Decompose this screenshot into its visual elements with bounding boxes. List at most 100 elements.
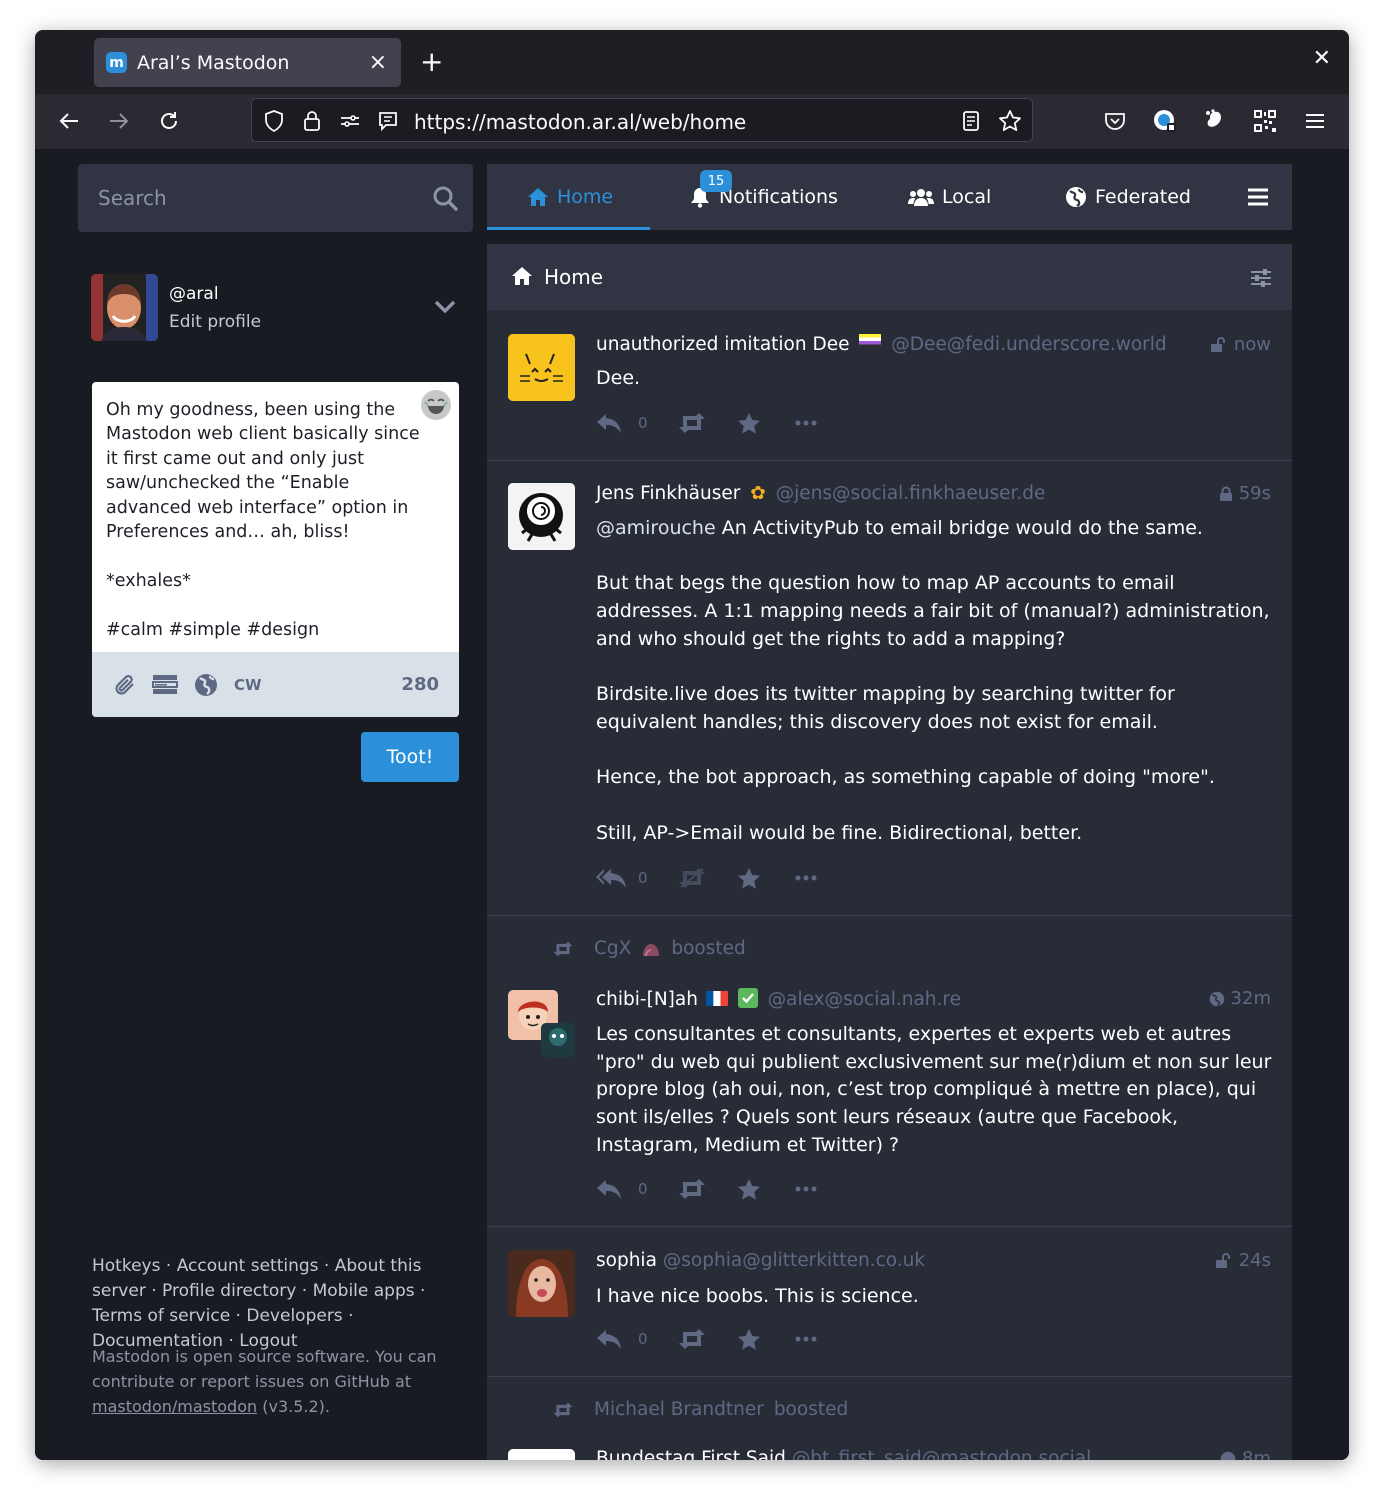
globe-icon[interactable] — [193, 672, 219, 698]
profile-handle[interactable]: @aral — [169, 284, 219, 304]
footer-link[interactable]: Terms of service — [92, 1306, 230, 1326]
more-options-button[interactable] — [777, 1186, 834, 1192]
bookmark-star-icon[interactable] — [998, 109, 1022, 133]
booster-name[interactable]: Michael Brandtner — [594, 1399, 764, 1420]
search-icon[interactable] — [432, 185, 458, 215]
display-name[interactable]: Jens Finkhäuser — [596, 483, 740, 504]
account-handle[interactable]: @Dee@fedi.underscore.world — [891, 334, 1166, 355]
status-item[interactable]: sophia @sophia@glitterkitten.co.uk 24s I… — [487, 1227, 1292, 1377]
footer-links: Hotkeys · Account settings · About this … — [92, 1256, 426, 1351]
status-avatar[interactable] — [508, 1250, 575, 1317]
status-item[interactable]: unauthorized imitation Dee @Dee@fedi.und… — [487, 310, 1292, 461]
reply-button[interactable]: 0 — [596, 1178, 653, 1200]
account-extension-icon[interactable] — [1150, 106, 1180, 136]
footer-link[interactable]: Developers — [246, 1306, 342, 1326]
mastodon-page: Search @aral Edit profile Oh my goodness… — [35, 149, 1349, 1460]
search-input[interactable]: Search — [98, 186, 167, 210]
window-close-icon[interactable]: ✕ — [1313, 46, 1331, 71]
compose-form: Oh my goodness, been using the Mastodon … — [92, 382, 459, 717]
status-avatar[interactable] — [508, 1449, 575, 1460]
more-options-button[interactable] — [777, 875, 834, 881]
status-item[interactable]: CgX boosted chibi-[N]ah @alex@social.nah… — [487, 916, 1292, 1227]
display-name[interactable]: sophia — [596, 1250, 657, 1271]
reply-all-button[interactable]: 0 — [596, 867, 653, 889]
boost-button[interactable] — [663, 1178, 720, 1200]
notification-permission-icon[interactable] — [376, 109, 400, 133]
footer-link[interactable]: Account settings — [177, 1256, 319, 1276]
account-handle[interactable]: @jens@social.finkhaeuser.de — [776, 483, 1046, 504]
more-options-button[interactable] — [777, 420, 834, 426]
compose-textarea[interactable]: Oh my goodness, been using the Mastodon … — [106, 398, 426, 642]
github-repo-link[interactable]: mastodon/mastodon — [92, 1397, 257, 1416]
url-bar[interactable]: https://mastodon.ar.al/web/home — [251, 98, 1033, 142]
timestamp: 8m — [1242, 1448, 1271, 1460]
status-item[interactable]: Jens Finkhäuser ✿ @jens@social.finkhaeus… — [487, 461, 1292, 916]
new-tab-icon[interactable]: + — [420, 46, 443, 78]
tab-title: Aral’s Mastodon — [137, 51, 290, 74]
display-name[interactable]: Bundestag First Said — [596, 1448, 786, 1460]
status-text: An ActivityPub to email bridge would do … — [596, 517, 1270, 844]
status-avatar[interactable] — [508, 334, 575, 401]
emoji-picker-icon[interactable] — [421, 390, 451, 420]
display-name[interactable]: unauthorized imitation Dee — [596, 334, 850, 355]
status-time[interactable]: 59s — [1219, 483, 1271, 504]
footer-link[interactable]: Mobile apps — [313, 1281, 415, 1301]
qr-code-icon[interactable] — [1250, 106, 1280, 136]
account-handle[interactable]: @bt_first_said@mastodon.social — [792, 1448, 1092, 1460]
status-time[interactable]: now — [1210, 334, 1271, 355]
lock-icon[interactable] — [300, 109, 324, 133]
pocket-icon[interactable] — [1100, 106, 1130, 136]
content-warning-button[interactable]: CW — [234, 676, 262, 694]
account-handle[interactable]: @alex@social.nah.re — [768, 989, 961, 1010]
mention-link[interactable]: @amirouche — [596, 517, 716, 539]
timestamp: now — [1233, 334, 1271, 355]
footer-link[interactable]: Hotkeys — [92, 1256, 160, 1276]
search-box[interactable]: Search — [78, 164, 473, 232]
status-actions: 0 — [596, 1324, 834, 1354]
status-time[interactable]: 24s — [1215, 1250, 1271, 1271]
tab-close-icon[interactable]: × — [369, 50, 387, 75]
more-options-button[interactable] — [777, 1336, 834, 1342]
status-item[interactable]: Michael Brandtner boosted Bundestag Firs… — [487, 1377, 1292, 1460]
poll-icon[interactable] — [152, 672, 178, 698]
tab-home-label: Home — [557, 186, 614, 208]
reload-icon[interactable] — [154, 106, 184, 136]
active-tab-indicator — [487, 227, 650, 230]
unlock-icon — [1210, 336, 1225, 352]
paperclip-icon[interactable] — [112, 672, 138, 698]
booster-name[interactable]: CgX — [594, 938, 631, 959]
tab-local[interactable]: Local — [908, 164, 991, 230]
favourite-button[interactable] — [720, 412, 777, 434]
status-time[interactable]: 32m — [1209, 988, 1271, 1009]
display-name[interactable]: chibi-[N]ah — [596, 989, 698, 1010]
tab-federated[interactable]: Federated — [1065, 164, 1191, 230]
boost-button[interactable] — [663, 1328, 720, 1350]
forward-icon[interactable] — [104, 106, 134, 136]
favourite-button[interactable] — [720, 1328, 777, 1350]
back-icon[interactable] — [54, 106, 84, 136]
browser-tab[interactable]: m Aral’s Mastodon × — [94, 38, 401, 87]
tab-home[interactable]: Home — [527, 164, 613, 230]
profile-avatar[interactable] — [91, 274, 158, 341]
menu-icon[interactable] — [1247, 164, 1269, 230]
gnome-extension-icon[interactable] — [1200, 106, 1230, 136]
chevron-down-icon[interactable] — [433, 299, 457, 319]
hamburger-menu-icon[interactable] — [1300, 106, 1330, 136]
star-icon — [737, 413, 760, 434]
status-avatar[interactable] — [508, 483, 575, 550]
reply-button[interactable]: 0 — [596, 1328, 653, 1350]
account-handle[interactable]: @sophia@glitterkitten.co.uk — [663, 1250, 925, 1271]
favourite-button[interactable] — [720, 1178, 777, 1200]
edit-profile-link[interactable]: Edit profile — [169, 312, 261, 332]
reply-button[interactable]: 0 — [596, 412, 653, 434]
reader-view-icon[interactable] — [959, 109, 983, 133]
status-avatar[interactable] — [508, 990, 575, 1057]
boost-button[interactable] — [663, 412, 720, 434]
sliders-icon[interactable] — [1250, 268, 1272, 292]
toot-button[interactable]: Toot! — [361, 732, 459, 782]
favourite-button[interactable] — [720, 867, 777, 889]
status-time[interactable]: 8m — [1220, 1448, 1271, 1460]
footer-link[interactable]: Profile directory — [162, 1281, 296, 1301]
permissions-icon[interactable] — [338, 109, 362, 133]
shield-icon[interactable] — [262, 109, 286, 133]
